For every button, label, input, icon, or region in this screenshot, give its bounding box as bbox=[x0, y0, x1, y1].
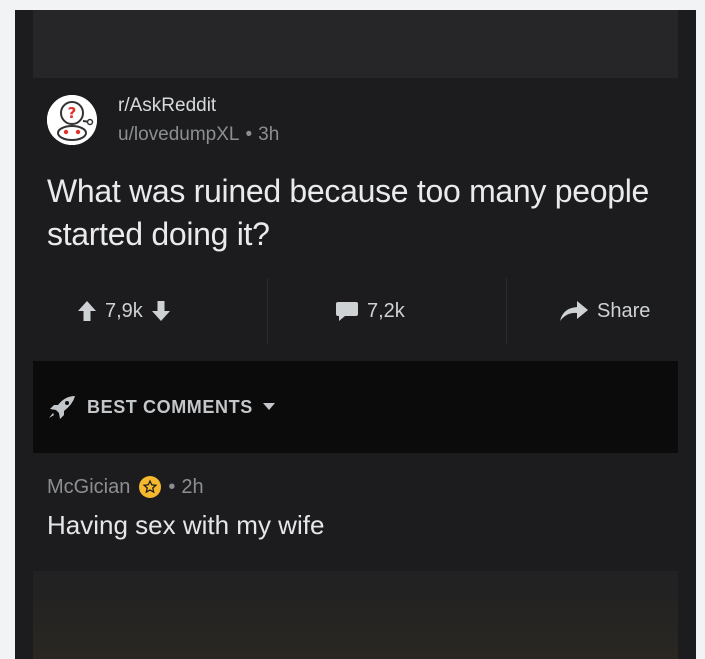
comment-age: 2h bbox=[181, 475, 204, 498]
post-author[interactable]: u/lovedumpXL bbox=[118, 124, 239, 145]
caret-down-icon bbox=[262, 403, 275, 410]
subreddit-name[interactable]: r/AskReddit bbox=[118, 95, 216, 117]
comment-bubble-icon bbox=[336, 302, 358, 321]
share-button[interactable]: Share bbox=[559, 278, 658, 344]
arrow-up-icon[interactable] bbox=[77, 300, 97, 322]
actions-divider-2 bbox=[506, 278, 507, 344]
star-badge-icon bbox=[139, 476, 162, 498]
previous-post-card[interactable] bbox=[33, 10, 678, 78]
comments-button[interactable]: 7,2k bbox=[335, 278, 413, 344]
comment-separator: • bbox=[168, 475, 176, 498]
top-strip bbox=[15, 0, 696, 10]
post-meta: u/lovedumpXL • 3h bbox=[118, 124, 279, 146]
comment-author[interactable]: McGician bbox=[47, 476, 130, 499]
next-content-card[interactable] bbox=[33, 571, 678, 659]
app-frame: ? r/AskReddit u/lovedumpXL • 3h What was r… bbox=[15, 0, 696, 659]
post-title[interactable]: What was ruined because too many people … bbox=[47, 170, 677, 256]
share-arrow-icon bbox=[560, 301, 588, 321]
reddit-alien-question-icon: ? bbox=[47, 95, 97, 145]
subreddit-avatar[interactable]: ? bbox=[47, 95, 97, 145]
rocket-icon bbox=[49, 396, 75, 419]
meta-separator: • bbox=[245, 124, 253, 145]
comment-count: 7,2k bbox=[367, 299, 405, 322]
post-header: ? r/AskReddit u/lovedumpXL • 3h bbox=[47, 93, 667, 153]
comment-meta: McGician • 2h bbox=[47, 475, 204, 499]
svg-text:?: ? bbox=[68, 104, 77, 122]
actions-divider-1 bbox=[267, 278, 268, 344]
upvote-count: 7,9k bbox=[105, 299, 143, 322]
comment-body[interactable]: Having sex with my wife bbox=[47, 510, 324, 541]
sort-label: BEST COMMENTS bbox=[87, 396, 253, 417]
post-age: 3h bbox=[258, 124, 280, 145]
arrow-down-icon[interactable] bbox=[151, 300, 171, 322]
post-actions: 7,9k 7,2k Share bbox=[47, 278, 679, 344]
share-label: Share bbox=[597, 299, 651, 322]
vote-group: 7,9k bbox=[77, 278, 171, 344]
sort-comments-bar[interactable]: BEST COMMENTS bbox=[33, 361, 678, 453]
